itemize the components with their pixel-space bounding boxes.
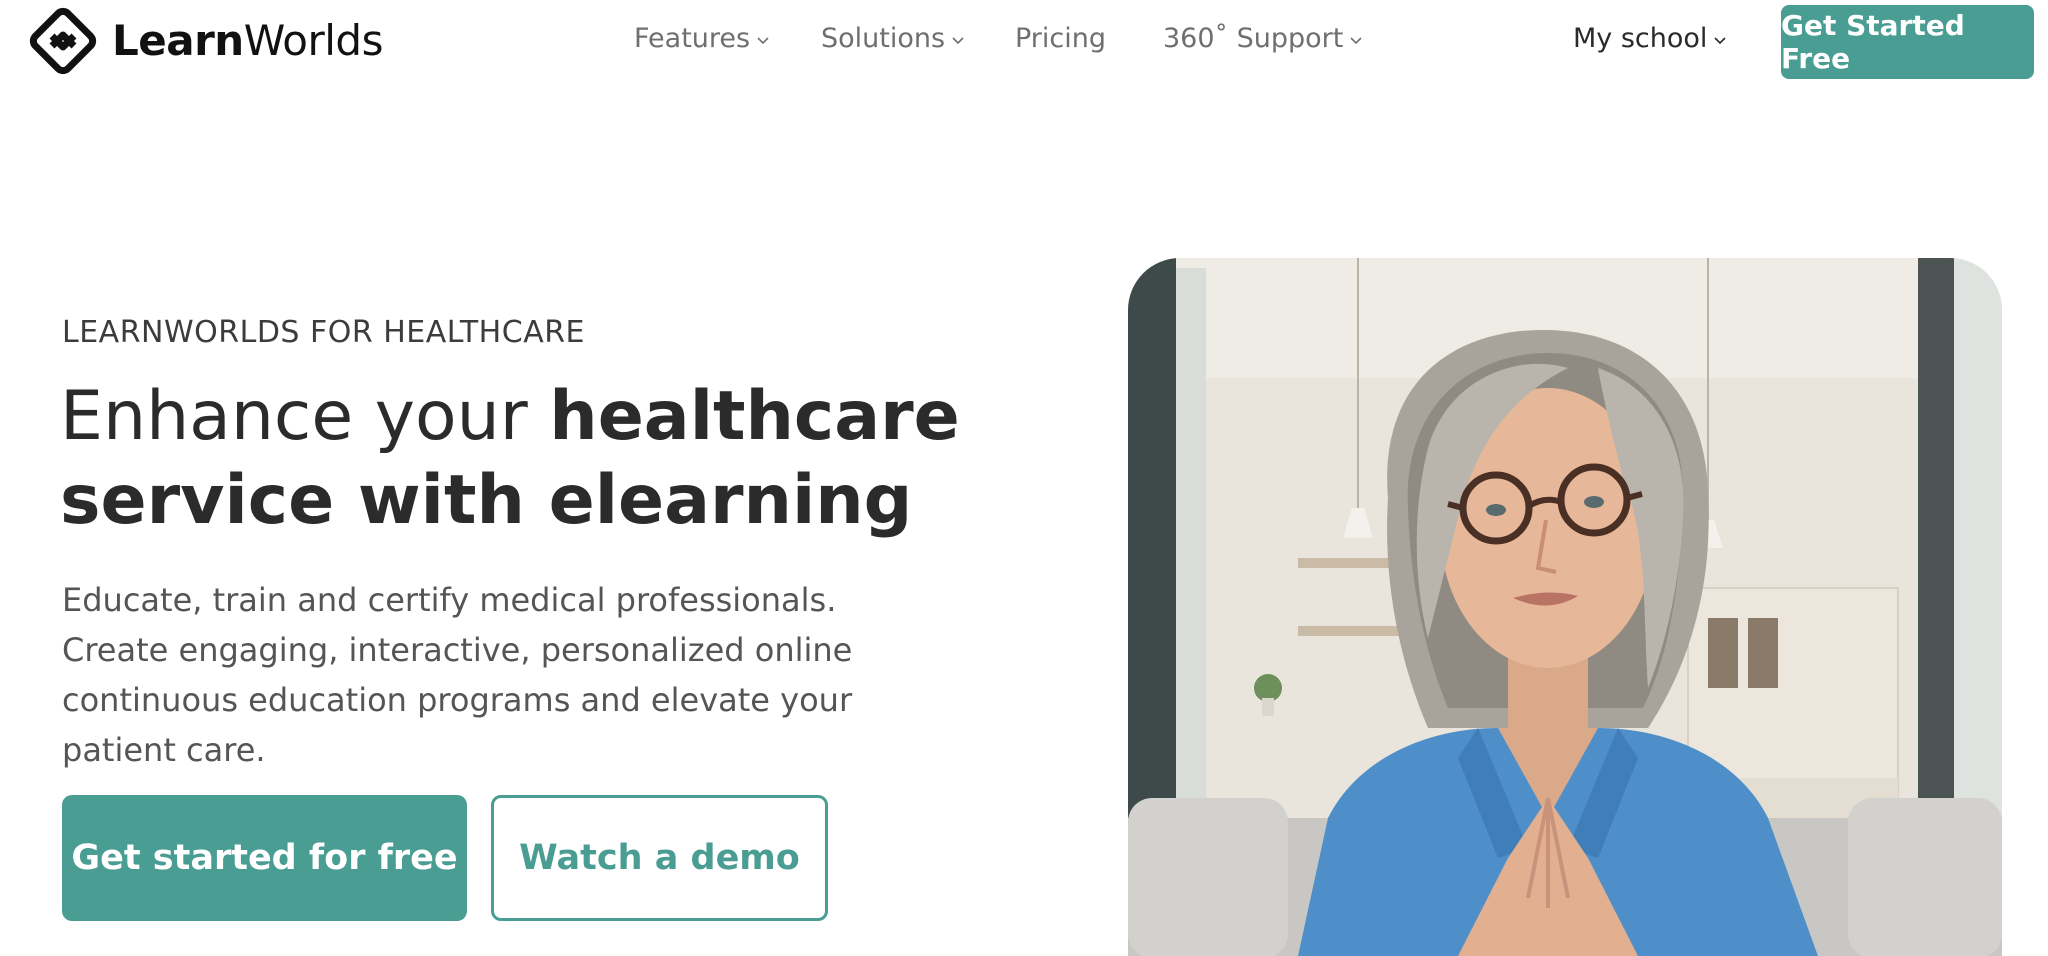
chevron-down-icon <box>757 37 769 45</box>
get-started-free-button[interactable]: Get Started Free <box>1781 5 2034 79</box>
logo-wordmark: LearnWorlds <box>112 16 383 65</box>
nav-item-pricing[interactable]: Pricing <box>1015 18 1106 58</box>
chevron-down-icon <box>952 37 964 45</box>
nav-item-label: Features <box>634 22 751 54</box>
headline-bold-text: healthcare <box>549 377 960 456</box>
logo-link[interactable]: LearnWorlds <box>28 7 383 75</box>
my-school-menu[interactable]: My school <box>1573 18 1727 58</box>
hero-headline: Enhance your healthcare service with ele… <box>60 375 960 543</box>
hero-description: Educate, train and certify medical profe… <box>62 581 853 769</box>
hero-eyebrow: LEARNWORLDS FOR HEALTHCARE <box>62 315 586 350</box>
hero-photo <box>1128 258 2002 956</box>
headline-bold-text-2: service with elearning <box>60 461 913 540</box>
watch-demo-button[interactable]: Watch a demo <box>491 795 828 921</box>
site-header: LearnWorlds Features Solutions Pricing 3… <box>0 0 2048 80</box>
nav-item-support[interactable]: 360˚ Support <box>1163 18 1363 58</box>
nav-item-label: 360˚ Support <box>1163 22 1344 54</box>
chevron-down-icon <box>1714 37 1726 45</box>
hero-photo-illustration <box>1128 258 2002 956</box>
headline-light-text: Enhance your <box>60 377 550 456</box>
my-school-label: My school <box>1573 22 1708 54</box>
nav-item-solutions[interactable]: Solutions <box>821 18 965 58</box>
nav-item-label: Solutions <box>821 22 946 54</box>
get-started-for-free-button[interactable]: Get started for free <box>62 795 467 921</box>
chevron-down-icon <box>1350 37 1362 45</box>
nav-item-features[interactable]: Features <box>634 18 770 58</box>
learnworlds-logo-icon <box>29 7 97 75</box>
nav-item-label: Pricing <box>1015 22 1107 54</box>
